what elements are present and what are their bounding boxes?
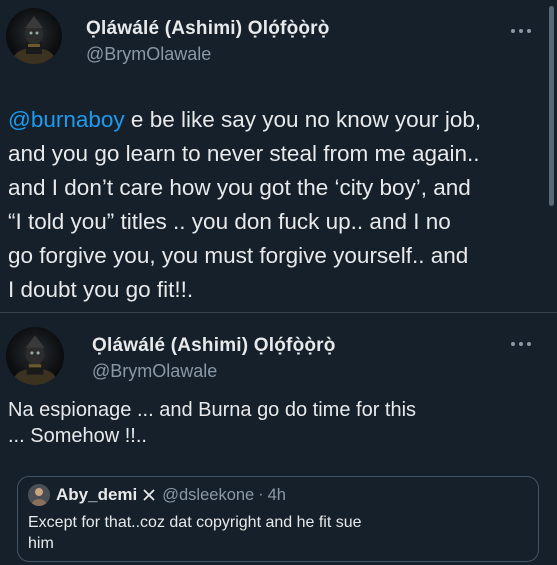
avatar bbox=[28, 484, 50, 506]
more-options-icon[interactable] bbox=[511, 28, 531, 34]
tweet[interactable]: Ọláwálé (Ashimi) Ọlọ́fọ̀ọ̀rọ̀ @BrymOlawa… bbox=[0, 313, 557, 565]
quoted-tweet-text: Except for that..coz dat copyright and h… bbox=[28, 514, 362, 552]
masked-figure-icon bbox=[14, 335, 56, 385]
x-icon bbox=[142, 488, 156, 502]
quoted-tweet-time[interactable]: 4h bbox=[268, 486, 286, 505]
avatar[interactable] bbox=[6, 327, 64, 385]
tweet-text: @burnaboy e be like say you no know your… bbox=[8, 103, 539, 307]
author-names: Ọláwálé (Ashimi) Ọlọ́fọ̀ọ̀rọ̀ @BrymOlawa… bbox=[92, 335, 336, 382]
author-display-name[interactable]: Ọláwálé (Ashimi) Ọlọ́fọ̀ọ̀rọ̀ bbox=[86, 18, 330, 40]
more-options-icon[interactable] bbox=[511, 341, 531, 347]
person-avatar-icon bbox=[28, 484, 50, 506]
tweet-text: Na espionage ... and Burna go do time fo… bbox=[8, 399, 417, 447]
separator-dot: · bbox=[258, 486, 264, 503]
author-names: Ọláwálé (Ashimi) Ọlọ́fọ̀ọ̀rọ̀ @BrymOlawa… bbox=[86, 18, 330, 65]
quoted-tweet[interactable]: Aby_demi @dsleekone · 4h Except for that… bbox=[17, 476, 539, 562]
tweet[interactable]: Ọláwálé (Ashimi) Ọlọ́fọ̀ọ̀rọ̀ @BrymOlawa… bbox=[0, 0, 557, 313]
tweet-header: Ọláwálé (Ashimi) Ọlọ́fọ̀ọ̀rọ̀ @BrymOlawa… bbox=[6, 8, 330, 65]
quoted-author-name[interactable]: Aby_demi bbox=[56, 485, 137, 505]
quoted-tweet-header: Aby_demi @dsleekone · 4h bbox=[28, 484, 286, 506]
mention-link[interactable]: @burnaboy bbox=[8, 107, 125, 132]
tweet-header: Ọláwálé (Ashimi) Ọlọ́fọ̀ọ̀rọ̀ @BrymOlawa… bbox=[6, 327, 336, 385]
author-handle[interactable]: @BrymOlawale bbox=[86, 44, 330, 65]
quoted-author-handle[interactable]: @dsleekone bbox=[162, 486, 254, 505]
masked-figure-icon bbox=[14, 16, 54, 64]
tweet-text-content: e be like say you no know your job, and … bbox=[8, 107, 482, 302]
avatar[interactable] bbox=[6, 8, 62, 64]
author-display-name[interactable]: Ọláwálé (Ashimi) Ọlọ́fọ̀ọ̀rọ̀ bbox=[92, 335, 336, 357]
author-handle[interactable]: @BrymOlawale bbox=[92, 361, 336, 382]
